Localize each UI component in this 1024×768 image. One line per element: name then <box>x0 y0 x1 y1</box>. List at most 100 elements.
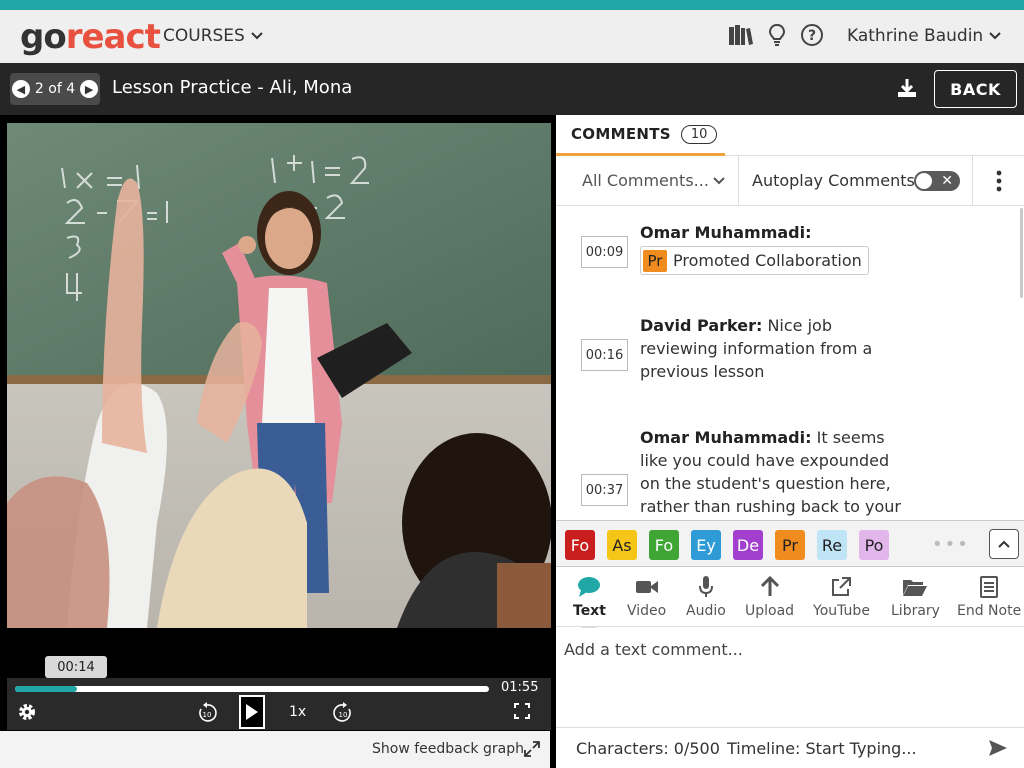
play-button[interactable] <box>239 695 265 729</box>
marker-button[interactable]: Po <box>859 530 889 560</box>
progress-fill <box>15 686 77 692</box>
composer-status-bar: Characters: 0/500 Timeline: Start Typing… <box>556 727 1024 768</box>
marker-button[interactable]: Fo <box>565 530 595 560</box>
session-bar: ◀ 2 of 4 ▶ Lesson Practice - Ali, Mona B… <box>0 63 1024 115</box>
comment-list[interactable]: 00:09 Omar Muhammadi: Pr Promoted Collab… <box>556 206 1024 520</box>
video-camera-icon <box>635 581 658 593</box>
play-icon <box>246 704 258 720</box>
microphone-icon <box>698 576 713 597</box>
tool-end-note[interactable]: End Note <box>957 575 1021 619</box>
filter-value: All Comments... <box>582 171 709 190</box>
lesson-title: Lesson Practice - Ali, Mona <box>112 77 353 98</box>
progress-bar[interactable] <box>15 686 489 692</box>
comment-list-scrollbar[interactable] <box>1020 208 1023 298</box>
comments-toolbar: All Comments... Autoplay Comments ✕ <box>556 156 1024 206</box>
player-controls: 01:55 10 1x 10 <box>7 678 551 730</box>
external-link-icon <box>832 577 852 596</box>
chevron-down-icon <box>251 32 263 40</box>
session-pager: ◀ 2 of 4 ▶ <box>10 73 100 105</box>
tool-upload[interactable]: Upload <box>745 575 794 619</box>
duration-label: 01:55 <box>501 680 539 695</box>
marker-button[interactable]: De <box>733 530 763 560</box>
marker-button[interactable]: Pr <box>775 530 805 560</box>
marker-chip[interactable]: Pr Promoted Collaboration <box>640 246 869 275</box>
tool-youtube[interactable]: YouTube <box>813 575 870 619</box>
marker-bar: Fo As Fo Ey De Pr Re Po ••• <box>556 520 1024 567</box>
comment-author: David Parker: <box>640 316 763 335</box>
comment-timestamp-button[interactable]: 00:09 <box>581 236 628 268</box>
chevron-down-icon <box>713 176 725 184</box>
top-accent-stripe <box>0 0 1024 10</box>
playback-speed[interactable]: 1x <box>289 704 306 720</box>
comment-type-tools: Text Video Audio Upload YouTube Library … <box>556 567 1024 627</box>
svg-text:?: ? <box>808 28 816 44</box>
classroom-video-image <box>7 123 551 628</box>
tab-comments[interactable]: COMMENTS 10 <box>556 115 725 156</box>
expand-icon[interactable] <box>524 741 540 757</box>
collapse-markers-button[interactable] <box>989 529 1019 559</box>
autoplay-label: Autoplay Comments <box>752 171 915 190</box>
comment-timestamp-button[interactable]: 00:16 <box>581 339 628 371</box>
speech-bubble-icon <box>578 577 601 597</box>
character-count: Characters: 0/500 <box>576 739 720 758</box>
marker-button[interactable]: As <box>607 530 637 560</box>
comments-filter-dropdown[interactable]: All Comments... <box>556 156 739 205</box>
svg-text:10: 10 <box>339 711 348 719</box>
text-comment-input[interactable] <box>556 628 1024 725</box>
tool-video[interactable]: Video <box>627 575 666 619</box>
marker-button[interactable]: Re <box>817 530 847 560</box>
comment-timestamp-button[interactable]: 00:37 <box>581 474 628 506</box>
lightbulb-icon[interactable] <box>768 23 786 47</box>
tool-video-label: Video <box>627 603 667 619</box>
current-time-tooltip: 00:14 <box>45 656 107 684</box>
tool-upload-label: Upload <box>745 603 795 619</box>
courses-menu[interactable]: COURSES <box>163 26 263 46</box>
fullscreen-icon[interactable] <box>514 703 530 719</box>
feedback-graph-bar[interactable]: Show feedback graph <box>0 731 550 768</box>
marker-button[interactable]: Fo <box>649 530 679 560</box>
svg-text:10: 10 <box>203 711 212 719</box>
chevron-up-icon <box>998 540 1010 548</box>
toggle-knob <box>916 173 932 189</box>
tool-library-label: Library <box>891 603 940 619</box>
marker-label: Promoted Collaboration <box>673 251 862 270</box>
comments-tab-label: COMMENTS <box>571 125 671 143</box>
library-icon[interactable] <box>728 23 754 47</box>
previous-arrow-icon[interactable]: ◀ <box>11 80 30 98</box>
close-icon: ✕ <box>941 173 953 189</box>
document-icon <box>980 576 999 598</box>
help-icon[interactable]: ? <box>800 23 824 47</box>
video-frame[interactable] <box>7 123 551 628</box>
autoplay-toggle[interactable]: ✕ <box>914 171 960 191</box>
user-name: Kathrine Baudin <box>847 26 984 46</box>
comments-panel: COMMENTS 10 All Comments... Autoplay Com… <box>556 115 1024 768</box>
timeline-status: Timeline: Start Typing... <box>727 739 917 758</box>
forward-10-icon[interactable]: 10 <box>331 701 355 725</box>
more-options-button[interactable] <box>972 156 1024 205</box>
app-header: goreact COURSES ? Kathrine Baudin <box>0 10 1024 63</box>
more-markers-icon[interactable]: ••• <box>932 534 970 555</box>
comment-author: Omar Muhammadi: <box>640 428 812 447</box>
next-arrow-icon[interactable]: ▶ <box>80 80 99 98</box>
comment-body: David Parker: Nice job reviewing informa… <box>640 314 910 383</box>
tool-library[interactable]: Library <box>891 575 940 619</box>
send-icon[interactable] <box>988 739 1008 757</box>
marker-button[interactable]: Ey <box>691 530 721 560</box>
upload-arrow-icon <box>760 576 779 596</box>
back-button[interactable]: BACK <box>934 70 1017 108</box>
download-icon[interactable] <box>896 77 918 99</box>
gear-icon[interactable] <box>17 702 37 722</box>
tool-audio-label: Audio <box>686 603 726 619</box>
tool-text-label: Text <box>573 603 606 619</box>
comment-body: Omar Muhammadi: It seems like you could … <box>640 426 910 518</box>
tool-end-note-label: End Note <box>957 603 1022 619</box>
goreact-logo[interactable]: goreact <box>20 17 161 57</box>
rewind-10-icon[interactable]: 10 <box>195 701 219 725</box>
comment-body: Omar Muhammadi: Pr Promoted Collaboratio… <box>640 221 910 275</box>
tool-audio[interactable]: Audio <box>686 575 726 619</box>
video-player: 00:14 01:55 10 1x 10 Show feedback graph <box>0 115 556 768</box>
tool-text[interactable]: Text <box>573 575 606 619</box>
feedback-graph-label: Show feedback graph <box>372 741 524 757</box>
tool-youtube-label: YouTube <box>813 603 870 619</box>
user-menu[interactable]: Kathrine Baudin <box>847 26 1001 46</box>
